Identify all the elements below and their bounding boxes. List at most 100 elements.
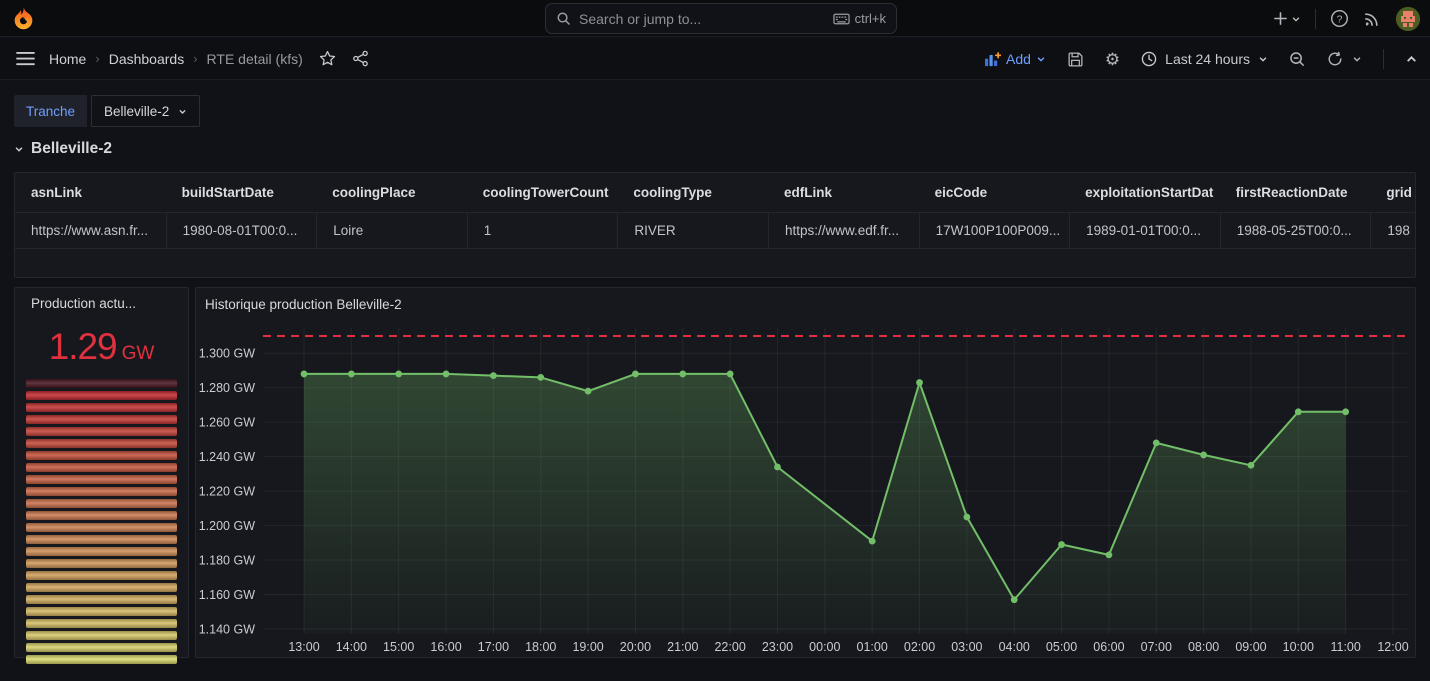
data-table: asnLinkbuildStartDatecoolingPlacecooling… xyxy=(15,173,1416,249)
help-icon[interactable]: ? xyxy=(1330,9,1349,28)
table-cell: Loire xyxy=(316,213,467,248)
table-cell: 198 xyxy=(1370,213,1416,248)
refresh-icon xyxy=(1327,51,1343,67)
x-axis-tick-label: 06:00 xyxy=(1093,640,1124,654)
table-column-header[interactable]: coolingType xyxy=(617,185,768,200)
data-point xyxy=(727,371,734,378)
table-cell: 17W100P100P009... xyxy=(919,213,1070,248)
x-axis-tick-label: 20:00 xyxy=(620,640,651,654)
breadcrumb-dashboards[interactable]: Dashboards xyxy=(109,51,185,67)
menu-icon[interactable] xyxy=(16,51,35,66)
table-cell: https://www.asn.fr... xyxy=(15,213,166,248)
data-point xyxy=(537,374,544,381)
x-axis-tick-label: 22:00 xyxy=(714,640,745,654)
gauge-cell xyxy=(26,499,177,508)
breadcrumb-separator: › xyxy=(95,51,99,66)
gauge-bars xyxy=(26,379,177,664)
x-axis-tick-label: 11:00 xyxy=(1330,640,1360,654)
chevron-down-icon xyxy=(1352,54,1362,64)
table-column-header[interactable]: grid xyxy=(1370,185,1416,200)
breadcrumb-separator: › xyxy=(193,51,197,66)
y-axis-tick-label: 1.280 GW xyxy=(199,381,255,395)
zoom-out-icon[interactable] xyxy=(1289,51,1306,68)
gauge-cell xyxy=(26,487,177,496)
x-axis-tick-label: 08:00 xyxy=(1188,640,1219,654)
data-point xyxy=(490,372,497,379)
gauge-cell xyxy=(26,451,177,460)
gauge-panel: Production actu... 1.29GW xyxy=(14,287,189,658)
add-panel-button[interactable]: Add xyxy=(984,51,1046,67)
kiosk-collapse-icon[interactable] xyxy=(1405,53,1418,66)
x-axis-tick-label: 01:00 xyxy=(857,640,888,654)
gauge-cell xyxy=(26,535,177,544)
search-icon xyxy=(556,11,571,26)
x-axis-tick-label: 17:00 xyxy=(478,640,509,654)
data-point xyxy=(963,514,970,521)
x-axis-tick-label: 16:00 xyxy=(430,640,461,654)
grafana-logo[interactable] xyxy=(0,5,46,31)
user-avatar[interactable] xyxy=(1396,7,1420,31)
gauge-panel-title[interactable]: Production actu... xyxy=(26,296,177,311)
table-column-header[interactable]: exploitationStartDat xyxy=(1069,185,1220,200)
table-column-header[interactable]: edfLink xyxy=(768,185,919,200)
x-axis-tick-label: 00:00 xyxy=(809,640,840,654)
search-placeholder: Search or jump to... xyxy=(579,11,833,27)
table-column-header[interactable]: eicCode xyxy=(919,185,1070,200)
chevron-down-icon xyxy=(1291,14,1301,24)
table-column-header[interactable]: asnLink xyxy=(15,185,166,200)
dashboard-toolbar: Home › Dashboards › RTE detail (kfs) xyxy=(0,38,1430,80)
variable-value: Belleville-2 xyxy=(104,104,169,119)
gauge-cell xyxy=(26,643,177,652)
table-column-header[interactable]: buildStartDate xyxy=(166,185,317,200)
table-column-header[interactable]: coolingPlace xyxy=(316,185,467,200)
refresh-button[interactable] xyxy=(1327,51,1362,67)
table-cell: https://www.edf.fr... xyxy=(768,213,919,248)
table-column-header[interactable]: firstReactionDate xyxy=(1220,185,1371,200)
dashboard-settings-icon[interactable]: ⚙ xyxy=(1105,51,1120,68)
variable-tranche: Tranche Belleville-2 xyxy=(14,95,200,127)
x-axis-tick-label: 07:00 xyxy=(1141,640,1172,654)
breadcrumb-home[interactable]: Home xyxy=(49,51,86,67)
breadcrumb: Home › Dashboards › RTE detail (kfs) xyxy=(49,51,303,67)
x-axis-tick-label: 02:00 xyxy=(904,640,935,654)
data-point xyxy=(774,464,781,471)
gauge-cell xyxy=(26,511,177,520)
share-icon[interactable] xyxy=(352,50,369,67)
table-column-header[interactable]: coolingTowerCount xyxy=(467,185,618,200)
data-point xyxy=(443,371,450,378)
gauge-cell xyxy=(26,439,177,448)
y-axis-tick-label: 1.240 GW xyxy=(199,450,255,464)
toolbar-divider xyxy=(1383,49,1384,69)
news-icon[interactable] xyxy=(1363,9,1382,28)
clock-icon xyxy=(1141,51,1157,67)
gauge-cell xyxy=(26,523,177,532)
new-button[interactable] xyxy=(1273,11,1301,26)
favorite-star-icon[interactable] xyxy=(319,50,336,67)
time-range-label: Last 24 hours xyxy=(1165,51,1250,67)
chevron-down-icon xyxy=(1258,54,1268,64)
x-axis-tick-label: 14:00 xyxy=(336,640,367,654)
data-point xyxy=(632,371,639,378)
gauge-cell-unlit xyxy=(26,379,177,388)
gauge-cell xyxy=(26,619,177,628)
row-header[interactable]: Belleville-2 xyxy=(14,140,112,158)
data-point xyxy=(1342,408,1349,415)
search-input[interactable]: Search or jump to... ctrl+k xyxy=(545,3,897,34)
gauge-cell xyxy=(26,607,177,616)
breadcrumb-current: RTE detail (kfs) xyxy=(207,51,303,67)
svg-text:?: ? xyxy=(1337,14,1343,25)
table-cell: 1988-05-25T00:0... xyxy=(1220,213,1371,248)
variable-value-dropdown[interactable]: Belleville-2 xyxy=(91,95,200,127)
graph-bar-icon xyxy=(984,52,1001,67)
row-title: Belleville-2 xyxy=(31,140,112,158)
table-cell: 1980-08-01T00:0... xyxy=(166,213,317,248)
table-data-row: https://www.asn.fr...1980-08-01T00:0...L… xyxy=(15,212,1416,248)
topbar-divider xyxy=(1315,9,1316,29)
y-axis-tick-label: 1.220 GW xyxy=(199,485,255,499)
save-dashboard-icon[interactable] xyxy=(1067,51,1084,68)
search-shortcut: ctrl+k xyxy=(855,11,886,26)
data-point xyxy=(348,371,355,378)
data-point xyxy=(1248,462,1255,469)
time-range-picker[interactable]: Last 24 hours xyxy=(1141,51,1268,67)
gauge-cell xyxy=(26,391,177,400)
